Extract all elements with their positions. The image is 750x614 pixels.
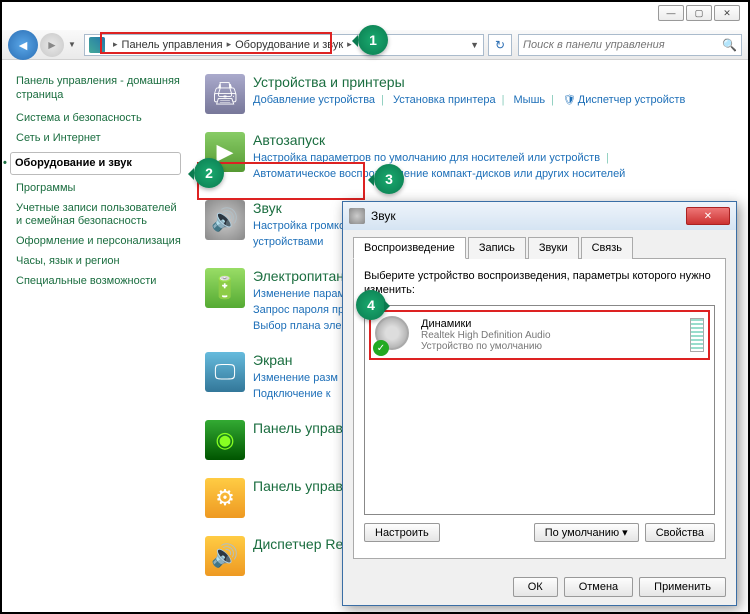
sound-dialog: Звук ✕ Воспроизведение Запись Звуки Связ… — [342, 201, 737, 606]
search-input[interactable] — [523, 39, 722, 51]
search-box[interactable]: 🔍 — [518, 34, 742, 56]
sound-icon: 🔊 — [205, 200, 245, 240]
panel-icon: ⚙ — [205, 478, 245, 518]
back-button[interactable]: ◄ — [8, 30, 38, 60]
callout-3: 3 — [374, 164, 404, 194]
dialog-sound-icon — [349, 208, 365, 224]
link-connect[interactable]: Подключение к — [253, 388, 331, 400]
configure-button[interactable]: Настроить — [364, 523, 440, 542]
power-icon: 🔋 — [205, 268, 245, 308]
sidebar-item-appearance[interactable]: Оформление и персонализация — [16, 235, 181, 248]
refresh-button[interactable]: ↻ — [488, 34, 512, 56]
device-list[interactable]: ✓ Динамики Realtek High Definition Audio… — [364, 305, 715, 515]
default-check-icon: ✓ — [373, 340, 389, 356]
dialog-footer: ОК Отмена Применить — [513, 577, 726, 597]
link-mouse[interactable]: Мышь — [514, 94, 546, 106]
dialog-close-button[interactable]: ✕ — [686, 207, 730, 225]
device-name: Динамики — [421, 318, 690, 330]
category-autoplay: ▶ Автозапуск Настройка параметров по умо… — [205, 132, 740, 182]
address-bar[interactable]: ▸ Панель управления ▸ Оборудование и зву… — [84, 34, 484, 56]
category-devices: 🖨 Устройства и принтеры Добавление устро… — [205, 74, 740, 114]
realtek-icon: 🔊 — [205, 536, 245, 576]
dialog-tabs: Воспроизведение Запись Звуки Связь — [353, 236, 726, 259]
device-item-speakers[interactable]: ✓ Динамики Realtek High Definition Audio… — [369, 310, 710, 360]
link-add-device[interactable]: Добавление устройства — [253, 94, 375, 106]
sidebar-item-system[interactable]: Система и безопасность — [16, 112, 181, 125]
tab-recording[interactable]: Запись — [468, 237, 526, 259]
callout-2: 2 — [194, 158, 224, 188]
device-driver: Realtek High Definition Audio — [421, 330, 690, 341]
device-status: Устройство по умолчанию — [421, 341, 690, 352]
tab-pane: Выберите устройство воспроизведения, пар… — [353, 259, 726, 559]
ok-button[interactable]: ОК — [513, 577, 558, 597]
sidebar-item-users[interactable]: Учетные записи пользователей и семейная … — [16, 202, 181, 228]
link-add-printer[interactable]: Установка принтера — [393, 94, 496, 106]
dialog-titlebar: Звук ✕ — [343, 202, 736, 230]
properties-button[interactable]: Свойства — [645, 523, 715, 542]
default-button[interactable]: По умолчанию ▾ — [534, 523, 639, 542]
link-autoplay-cd[interactable]: Автоматическое воспроизведение компакт-д… — [253, 168, 625, 180]
window-controls: — ▢ ✕ — [658, 5, 740, 21]
sidebar-item-hardware-sound[interactable]: Оборудование и звук — [10, 152, 181, 175]
sidebar-home[interactable]: Панель управления - домашняя страница — [16, 74, 181, 102]
sidebar-item-access[interactable]: Специальные возможности — [16, 275, 181, 288]
sidebar-item-clock[interactable]: Часы, язык и регион — [16, 255, 181, 268]
nav-history-dropdown[interactable]: ▼ — [68, 40, 78, 49]
sidebar-item-network[interactable]: Сеть и Интернет — [16, 132, 181, 145]
forward-button[interactable]: ► — [40, 33, 64, 57]
address-dropdown[interactable]: ▼ — [470, 40, 479, 50]
apply-button[interactable]: Применить — [639, 577, 726, 597]
tab-communications[interactable]: Связь — [581, 237, 633, 259]
volume-meter — [690, 318, 704, 352]
category-title[interactable]: Автозапуск — [253, 132, 740, 148]
breadcrumb-root[interactable]: Панель управления — [122, 39, 223, 51]
devices-icon: 🖨 — [205, 74, 245, 114]
shield-icon: 🛡 — [563, 95, 576, 106]
minimize-button[interactable]: — — [658, 5, 684, 21]
tab-playback[interactable]: Воспроизведение — [353, 237, 466, 259]
search-icon[interactable]: 🔍 — [722, 38, 737, 52]
dialog-title: Звук — [371, 209, 686, 223]
sidebar: Панель управления - домашняя страница Си… — [2, 64, 187, 612]
callout-4: 4 — [356, 290, 386, 320]
link-resize[interactable]: Изменение разм — [253, 372, 338, 384]
maximize-button[interactable]: ▢ — [686, 5, 712, 21]
breadcrumb-current[interactable]: Оборудование и звук — [235, 39, 343, 51]
nvidia-icon: ◉ — [205, 420, 245, 460]
link-autoplay-defaults[interactable]: Настройка параметров по умолчанию для но… — [253, 152, 600, 164]
cancel-button[interactable]: Отмена — [564, 577, 633, 597]
callout-1: 1 — [358, 25, 388, 55]
tab-sounds[interactable]: Звуки — [528, 237, 579, 259]
display-icon: 🖵 — [205, 352, 245, 392]
sidebar-item-programs[interactable]: Программы — [16, 182, 181, 195]
category-title[interactable]: Устройства и принтеры — [253, 74, 740, 90]
link-device-manager[interactable]: Диспетчер устройств — [578, 94, 686, 106]
control-panel-icon — [89, 37, 105, 53]
instruction-text: Выберите устройство воспроизведения, пар… — [364, 269, 715, 297]
close-button[interactable]: ✕ — [714, 5, 740, 21]
chevron-right-icon: ▸ — [223, 39, 236, 50]
chevron-right-icon: ▸ — [109, 39, 122, 50]
